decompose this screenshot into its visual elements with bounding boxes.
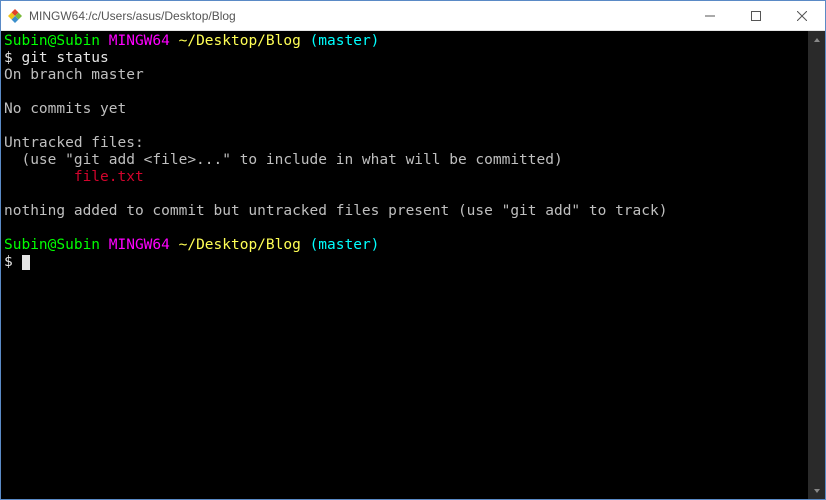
output-line: nothing added to commit but untracked fi… (4, 203, 667, 219)
window-frame: MINGW64:/c/Users/asus/Desktop/Blog Subin… (0, 0, 826, 500)
terminal-output[interactable]: Subin@Subin MINGW64 ~/Desktop/Blog (mast… (1, 31, 808, 499)
maximize-button[interactable] (733, 1, 779, 30)
scrollbar[interactable] (808, 31, 825, 499)
prompt-path: ~/Desktop/Blog (179, 33, 301, 49)
window-title: MINGW64:/c/Users/asus/Desktop/Blog (29, 9, 687, 23)
terminal-area: Subin@Subin MINGW64 ~/Desktop/Blog (mast… (1, 31, 825, 499)
prompt-env: MINGW64 (109, 237, 170, 253)
prompt-branch: (master) (310, 237, 380, 253)
window-controls (687, 1, 825, 30)
cursor (22, 255, 30, 270)
scroll-up-icon[interactable] (808, 31, 825, 48)
output-line: Untracked files: (4, 135, 144, 151)
scroll-down-icon[interactable] (808, 482, 825, 499)
prompt-env: MINGW64 (109, 33, 170, 49)
prompt-user: Subin@Subin (4, 33, 100, 49)
prompt-user: Subin@Subin (4, 237, 100, 253)
output-line: On branch master (4, 67, 144, 83)
app-icon (7, 8, 23, 24)
command-text: git status (21, 50, 108, 66)
prompt-branch: (master) (310, 33, 380, 49)
prompt-symbol: $ (4, 50, 13, 66)
titlebar[interactable]: MINGW64:/c/Users/asus/Desktop/Blog (1, 1, 825, 31)
close-button[interactable] (779, 1, 825, 30)
minimize-button[interactable] (687, 1, 733, 30)
prompt-path: ~/Desktop/Blog (179, 237, 301, 253)
untracked-file: file.txt (4, 169, 144, 185)
prompt-symbol: $ (4, 254, 13, 270)
output-line: (use "git add <file>..." to include in w… (4, 152, 563, 168)
output-line: No commits yet (4, 101, 126, 117)
